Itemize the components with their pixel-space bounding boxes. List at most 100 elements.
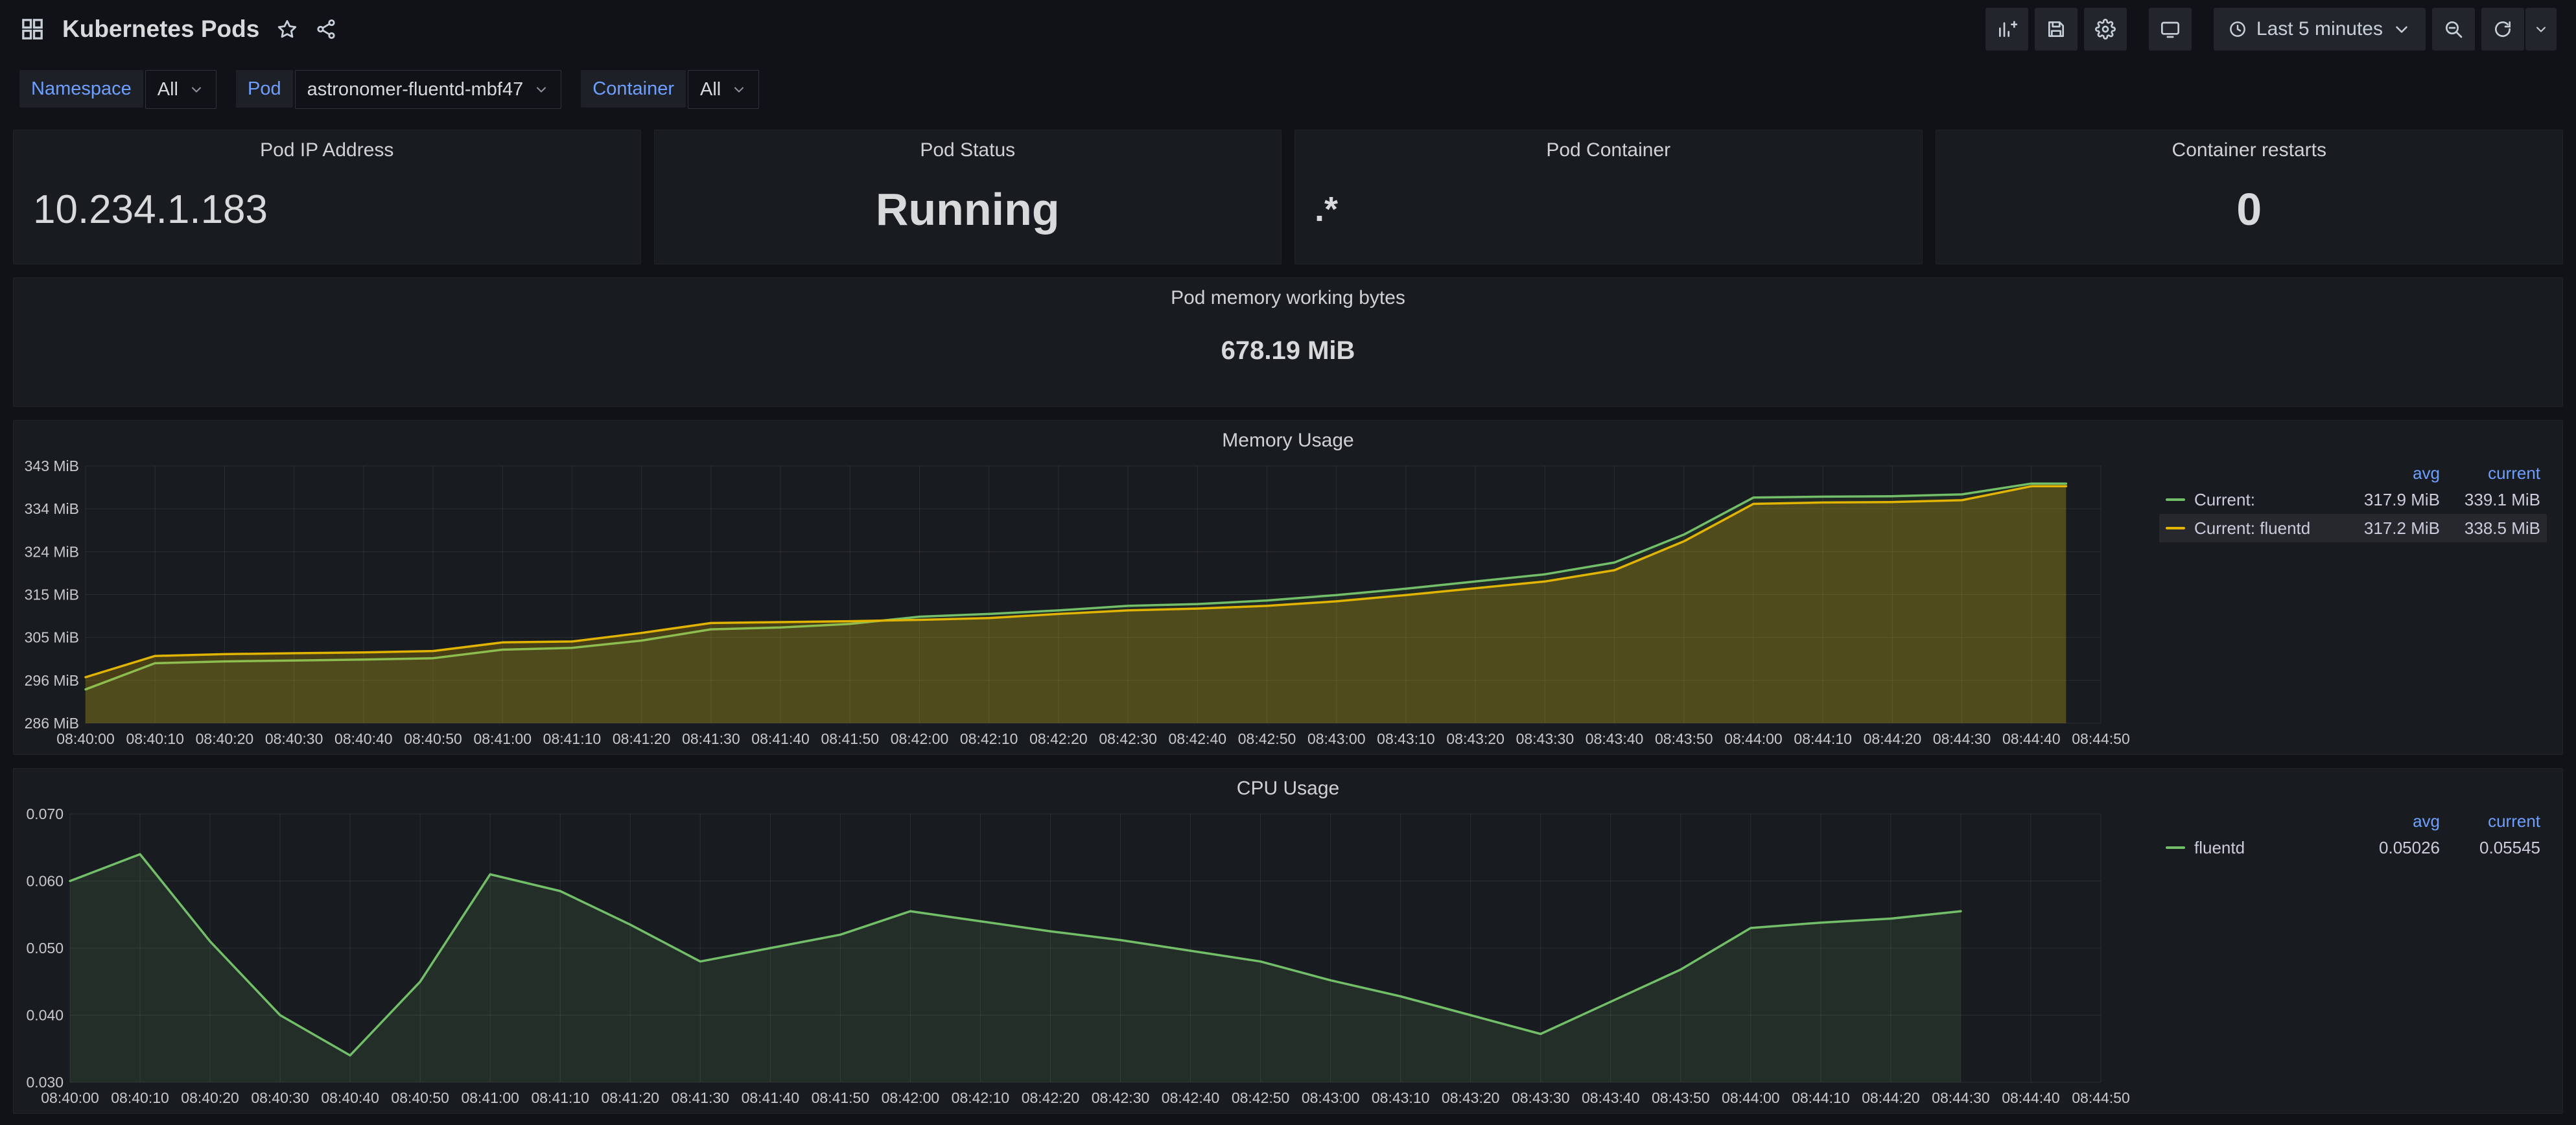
clock-icon: [2228, 19, 2247, 39]
svg-text:08:40:20: 08:40:20: [181, 1089, 239, 1106]
panel-title[interactable]: Memory Usage: [14, 421, 2562, 452]
save-dashboard-button[interactable]: [2035, 8, 2078, 51]
legend-col-avg[interactable]: avg: [2330, 811, 2440, 831]
svg-text:0.040: 0.040: [26, 1007, 64, 1024]
panel-container-restarts: Container restarts 0: [1936, 130, 2564, 264]
panel-title[interactable]: Pod Status: [655, 130, 1282, 161]
grafana-dashboard: Kubernetes Pods Last 5 minutes: [0, 0, 2576, 1125]
svg-text:08:42:30: 08:42:30: [1092, 1089, 1150, 1106]
svg-text:08:42:50: 08:42:50: [1238, 730, 1296, 747]
svg-text:08:44:30: 08:44:30: [1932, 1089, 1990, 1106]
panel-pod-ip-address: Pod IP Address 10.234.1.183: [13, 130, 641, 264]
variable-namespace-value[interactable]: All: [145, 70, 217, 109]
svg-text:08:40:00: 08:40:00: [41, 1089, 99, 1106]
variable-namespace: Namespace All: [19, 70, 217, 109]
variables-row: Namespace All Pod astronomer-fluentd-mbf…: [0, 58, 2576, 122]
svg-text:08:44:10: 08:44:10: [1794, 730, 1852, 747]
apps-icon[interactable]: [19, 16, 45, 42]
legend-current-value: 0.05545: [2440, 838, 2540, 858]
tv-mode-button[interactable]: [2149, 8, 2192, 51]
cpu-usage-chart[interactable]: 0.0300.0400.0500.0600.07008:40:0008:40:1…: [20, 805, 2137, 1109]
cpu-usage-legend: avgcurrent fluentd 0.050260.05545: [2137, 805, 2552, 1109]
svg-text:08:41:50: 08:41:50: [812, 1089, 870, 1106]
svg-text:08:40:40: 08:40:40: [334, 730, 393, 747]
svg-text:0.030: 0.030: [26, 1074, 64, 1091]
refresh-icon: [2492, 19, 2513, 40]
share-icon[interactable]: [315, 18, 337, 40]
svg-text:0.050: 0.050: [26, 940, 64, 957]
panel-title[interactable]: CPU Usage: [14, 769, 2562, 800]
panel-title[interactable]: Pod Container: [1295, 130, 1922, 161]
svg-text:08:43:40: 08:43:40: [1582, 1089, 1640, 1106]
svg-text:08:41:00: 08:41:00: [461, 1089, 519, 1106]
svg-text:08:41:20: 08:41:20: [613, 730, 671, 747]
legend-header: avgcurrent: [2159, 809, 2547, 833]
svg-text:08:42:50: 08:42:50: [1232, 1089, 1290, 1106]
legend-series-color-icon: [2166, 527, 2185, 529]
time-range-button[interactable]: Last 5 minutes: [2214, 8, 2426, 51]
panel-title[interactable]: Pod IP Address: [14, 130, 640, 161]
svg-text:08:44:50: 08:44:50: [2072, 1089, 2130, 1106]
svg-text:08:43:50: 08:43:50: [1655, 730, 1713, 747]
settings-icon: [2095, 19, 2116, 40]
legend-series-name: fluentd: [2194, 838, 2245, 858]
svg-text:08:43:20: 08:43:20: [1446, 730, 1505, 747]
svg-text:08:44:30: 08:44:30: [1933, 730, 1991, 747]
svg-text:08:40:40: 08:40:40: [321, 1089, 379, 1106]
chevron-down-icon: [731, 82, 747, 97]
refresh-interval-button[interactable]: [2525, 8, 2557, 51]
svg-text:08:41:40: 08:41:40: [751, 730, 810, 747]
svg-text:08:43:40: 08:43:40: [1586, 730, 1644, 747]
svg-text:08:43:20: 08:43:20: [1442, 1089, 1500, 1106]
svg-text:08:40:50: 08:40:50: [391, 1089, 449, 1106]
refresh-group: [2481, 8, 2557, 51]
svg-text:08:41:40: 08:41:40: [742, 1089, 800, 1106]
svg-text:08:41:30: 08:41:30: [672, 1089, 730, 1106]
legend-col-current[interactable]: current: [2440, 811, 2540, 831]
svg-text:0.060: 0.060: [26, 873, 64, 890]
svg-text:08:42:00: 08:42:00: [882, 1089, 940, 1106]
svg-text:08:41:00: 08:41:00: [473, 730, 532, 747]
legend-current-value: 339.1 MiB: [2440, 490, 2540, 510]
refresh-button[interactable]: [2481, 8, 2524, 51]
legend-col-avg[interactable]: avg: [2330, 463, 2440, 483]
svg-text:08:43:30: 08:43:30: [1512, 1089, 1570, 1106]
svg-text:343 MiB: 343 MiB: [25, 458, 79, 474]
variable-container-value[interactable]: All: [688, 70, 759, 109]
zoom-out-button[interactable]: [2432, 8, 2475, 51]
variable-pod-value[interactable]: astronomer-fluentd-mbf47: [295, 70, 562, 109]
svg-text:08:41:20: 08:41:20: [602, 1089, 660, 1106]
legend-series-name: Current:: [2194, 490, 2255, 510]
svg-text:08:42:40: 08:42:40: [1169, 730, 1227, 747]
memory-usage-chart[interactable]: 286 MiB296 MiB305 MiB315 MiB324 MiB334 M…: [20, 457, 2137, 750]
tv-icon: [2160, 19, 2181, 40]
panel-title[interactable]: Container restarts: [1936, 130, 2563, 161]
stat-value: .*: [1315, 163, 1903, 256]
legend-avg-value: 317.2 MiB: [2330, 518, 2440, 539]
panel-pod-status: Pod Status Running: [654, 130, 1282, 264]
dashboard-settings-button[interactable]: [2084, 8, 2127, 51]
svg-text:305 MiB: 305 MiB: [25, 629, 79, 646]
svg-text:08:43:30: 08:43:30: [1516, 730, 1575, 747]
panel-title[interactable]: Pod memory working bytes: [14, 278, 2562, 309]
svg-text:08:42:40: 08:42:40: [1162, 1089, 1220, 1106]
svg-text:08:43:00: 08:43:00: [1307, 730, 1366, 747]
svg-text:08:42:20: 08:42:20: [1022, 1089, 1080, 1106]
legend-series-label[interactable]: fluentd: [2166, 838, 2330, 858]
svg-text:08:43:50: 08:43:50: [1652, 1089, 1710, 1106]
add-panel-icon: [1996, 19, 2017, 40]
add-panel-button[interactable]: [1985, 8, 2028, 51]
variable-container-label: Container: [581, 70, 686, 108]
variable-namespace-selected: All: [158, 79, 178, 100]
legend-series-label[interactable]: Current: fluentd: [2166, 518, 2330, 539]
svg-text:08:43:10: 08:43:10: [1377, 730, 1435, 747]
legend-current-value: 338.5 MiB: [2440, 518, 2540, 539]
legend-avg-value: 0.05026: [2330, 838, 2440, 858]
svg-text:08:41:50: 08:41:50: [821, 730, 880, 747]
legend-col-current[interactable]: current: [2440, 463, 2540, 483]
svg-text:08:41:10: 08:41:10: [543, 730, 602, 747]
header-left: Kubernetes Pods: [19, 16, 337, 43]
svg-text:08:42:10: 08:42:10: [952, 1089, 1010, 1106]
star-icon[interactable]: [276, 18, 298, 40]
legend-series-label[interactable]: Current:: [2166, 490, 2330, 510]
